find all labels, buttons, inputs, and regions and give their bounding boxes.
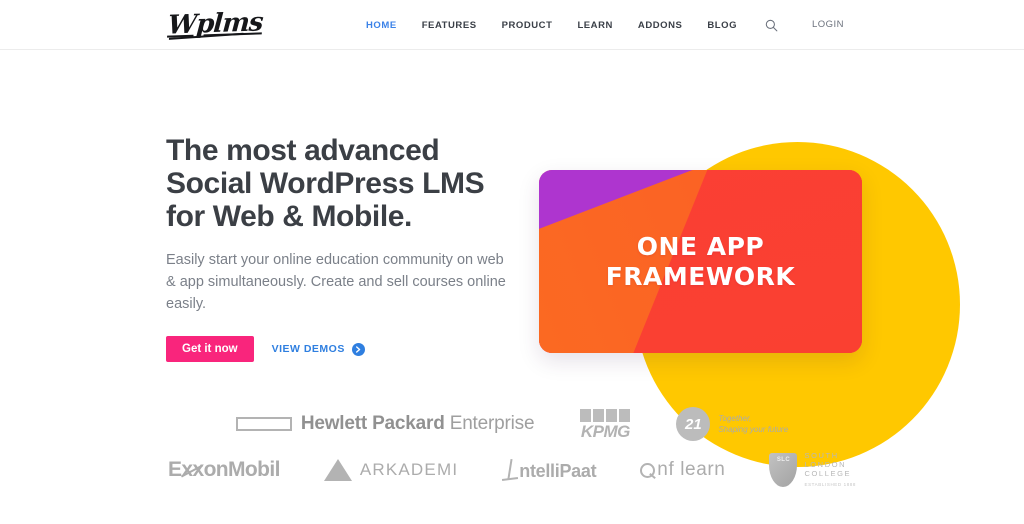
hero-subtitle: Easily start your online education commu… <box>166 252 506 312</box>
inflearn-wordmark: nf learn <box>657 459 726 480</box>
search-icon[interactable] <box>764 18 779 33</box>
exxon-crossed-x-icon: xx <box>181 458 204 481</box>
card-label: ONE APP FRAMEWORK <box>539 170 862 353</box>
view-demos-label: VIEW DEMOS <box>271 343 345 355</box>
hero-section: The most advanced Social WordPress LMS f… <box>0 50 1024 467</box>
client-logo-kpmg: KPMG <box>580 408 631 441</box>
card-label-line2: FRAMEWORK <box>605 261 796 291</box>
twentyone-tagline: Together, Shaping your future <box>718 413 788 435</box>
inflearn-circle-icon <box>640 462 656 478</box>
client-logo-row-2: ExxonMobil ARKADEMI ntelliPaat nf learn … <box>0 447 1024 493</box>
arkademi-wordmark: ARKADEMI <box>359 460 459 479</box>
hpe-wordmark-bold: Hewlett Packard <box>300 413 445 434</box>
exxonmobil-wordmark: ExxonMobil <box>168 458 280 482</box>
nav-item-blog[interactable]: BLOG <box>707 20 737 31</box>
twentyone-tagline-line1: Together, <box>718 414 752 423</box>
slc-line1: SOUTH <box>804 451 839 460</box>
one-app-framework-card: ONE APP FRAMEWORK <box>539 170 862 353</box>
exxon-suffix: onMobil <box>203 458 281 481</box>
nav-item-home[interactable]: HOME <box>366 20 397 31</box>
client-logo-inflearn: nf learn <box>640 459 725 481</box>
nav-item-product[interactable]: PRODUCT <box>502 20 553 31</box>
hpe-wordmark-light: Enterprise <box>449 413 535 434</box>
client-logo-hpe: Hewlett Packard Enterprise <box>235 413 535 435</box>
nav-item-learn[interactable]: LEARN <box>577 20 612 31</box>
client-logo-south-london-college: SLC SOUTH LONDON COLLEGE ESTABLISHED 188… <box>769 451 856 489</box>
kpmg-wordmark: KPMG <box>580 421 631 441</box>
hero-title: The most advanced Social WordPress LMS f… <box>166 134 485 233</box>
site-logo[interactable]: Wplms <box>167 5 264 42</box>
client-logo-21-together: 21 Together, Shaping your future <box>676 407 788 441</box>
login-link[interactable]: LOGIN <box>812 19 844 30</box>
client-logo-exxonmobil: ExxonMobil <box>168 458 280 482</box>
client-logos-section: Hewlett Packard Enterprise KPMG 21 Toget… <box>0 395 1024 510</box>
slc-established: ESTABLISHED 1888 <box>804 482 857 487</box>
intellipaat-wordmark: ntelliPaat <box>519 461 597 481</box>
card-label-line1: ONE APP <box>636 231 765 261</box>
client-logo-row-1: Hewlett Packard Enterprise KPMG 21 Toget… <box>0 401 1024 447</box>
twentyone-circle-icon: 21 <box>676 407 711 441</box>
view-demos-link[interactable]: VIEW DEMOS <box>271 342 365 356</box>
hpe-rectangle-icon <box>235 417 292 431</box>
slc-line2: LONDON <box>804 460 847 469</box>
hero-actions: Get it now VIEW DEMOS <box>166 336 516 362</box>
exxon-prefix: E <box>167 458 182 481</box>
arrow-right-circle-icon <box>351 342 365 356</box>
kpmg-squares-icon <box>580 408 631 422</box>
main-navigation: HOME FEATURES PRODUCT LEARN ADDONS BLOG <box>366 18 779 33</box>
south-london-shield-icon: SLC <box>769 453 798 487</box>
client-logo-intellipaat: ntelliPaat <box>502 458 596 482</box>
client-logo-arkademi: ARKADEMI <box>323 459 459 481</box>
hpe-wordmark: Hewlett Packard Enterprise <box>301 413 535 435</box>
hero-copy: The most advanced Social WordPress LMS f… <box>166 134 516 362</box>
twentyone-tagline-line2: Shaping your future <box>718 425 789 434</box>
nav-item-features[interactable]: FEATURES <box>422 20 477 31</box>
nav-item-addons[interactable]: ADDONS <box>638 20 682 31</box>
intellipaat-figure-icon <box>502 458 518 482</box>
get-it-now-button[interactable]: Get it now <box>166 336 254 362</box>
slc-line3: COLLEGE <box>804 469 852 478</box>
site-header: Wplms HOME FEATURES PRODUCT LEARN ADDONS… <box>0 0 1024 50</box>
arkademi-triangle-icon <box>323 459 352 481</box>
south-london-wordmark: SOUTH LONDON COLLEGE ESTABLISHED 1888 <box>804 451 856 489</box>
